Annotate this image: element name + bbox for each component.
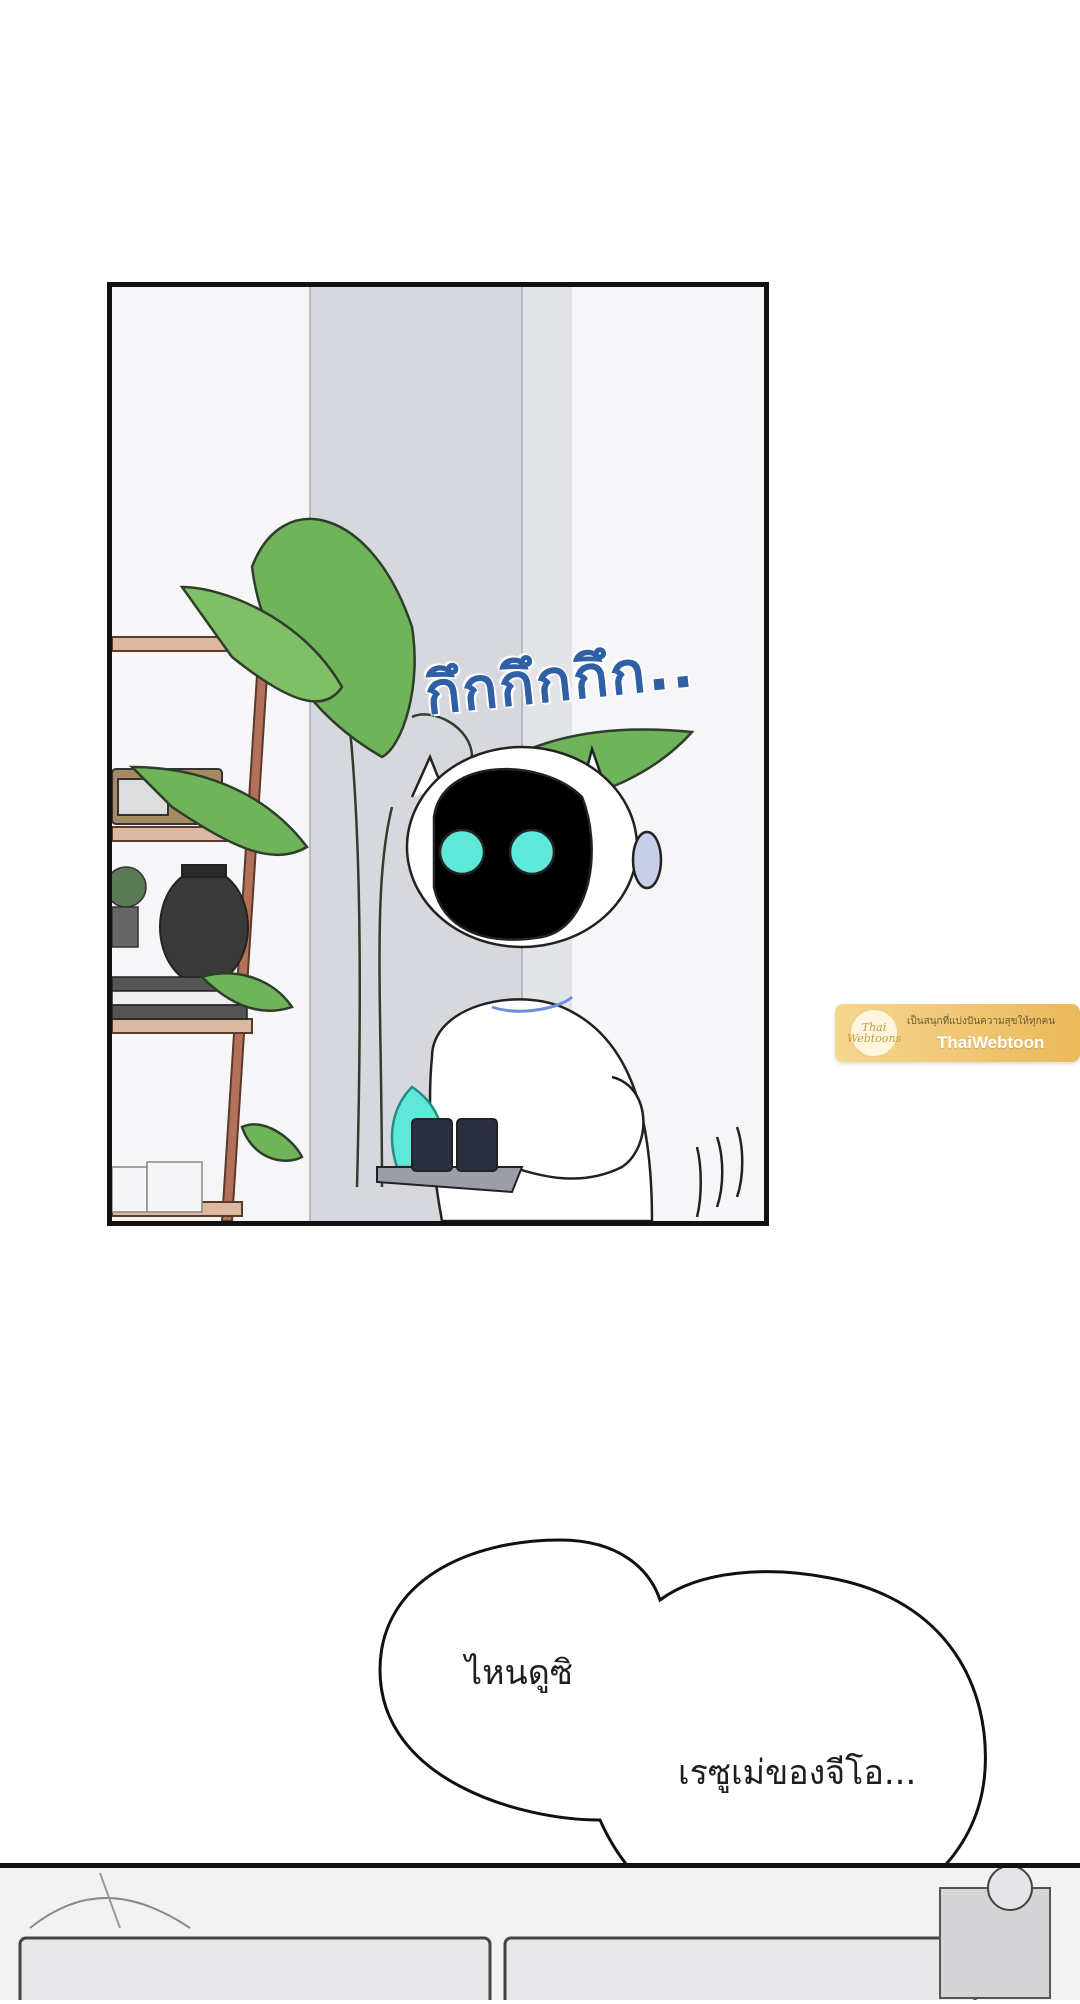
watermark-brand: ThaiWebtoon	[937, 1033, 1045, 1052]
glasses	[112, 1161, 203, 1213]
bottom-panel-illustration	[0, 1868, 1080, 2000]
comic-panel-robot: กึกกึกกึก..	[107, 282, 769, 1226]
speech-line-1: ไหนดูซิ	[465, 1653, 573, 1693]
watermark-logo: Thai Webtoons	[847, 1008, 901, 1058]
watermark-tagline: เป็นสนุกที่แบ่งปันความสุขให้ทุกคน	[907, 1016, 1056, 1027]
panel-illustration	[112, 287, 764, 1221]
speech-line-2: เรซูเม่ของจีโอ...	[678, 1753, 917, 1793]
comic-panel-bottom	[0, 1863, 1080, 2000]
watermark-badge: Thai Webtoons เป็นสนุกที่แบ่งปันความสุขใ…	[835, 1004, 1080, 1062]
